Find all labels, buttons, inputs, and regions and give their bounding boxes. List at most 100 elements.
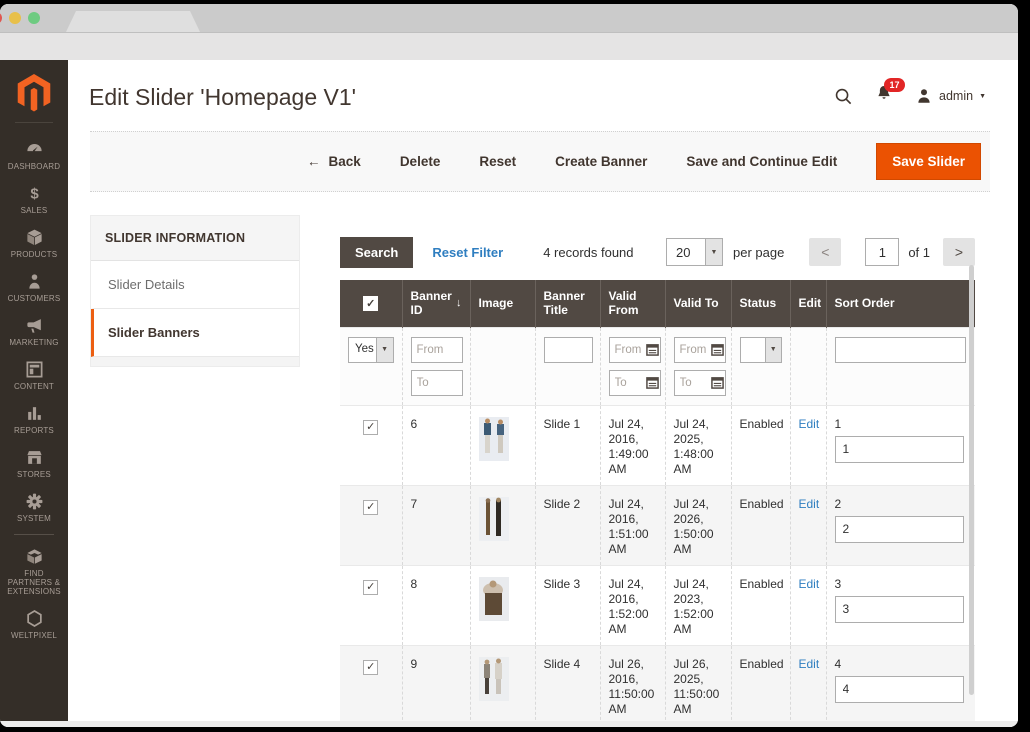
user-icon	[915, 87, 933, 105]
box-icon	[25, 228, 44, 247]
divider	[15, 122, 53, 123]
valid-from: Jul 26, 2016, 11:50:00 AM	[600, 645, 665, 725]
next-page-button[interactable]: >	[943, 238, 975, 266]
filter-id-from-input[interactable]	[411, 337, 463, 363]
sidebar-item-dashboard[interactable]: DASHBOARD	[0, 133, 68, 177]
sidebar-item-weltpixel[interactable]: WELTPIXEL	[0, 602, 68, 646]
search-button[interactable]: Search	[340, 237, 413, 268]
sidebar-item-products[interactable]: PRODUCTS	[0, 221, 68, 265]
row-checkbox[interactable]: ✓	[363, 500, 378, 515]
table-row: ✓ 9 Slide 4 Jul 26, 2016, 11:50:00 AM Ju…	[340, 645, 975, 725]
sidebar-item-stores[interactable]: STORES	[0, 441, 68, 485]
filter-sort-order-input[interactable]	[835, 337, 966, 363]
edit-link[interactable]: Edit	[799, 417, 820, 431]
status-value: Enabled	[731, 405, 790, 485]
chevron-down-icon: ▼	[765, 338, 781, 362]
sort-order-input[interactable]	[835, 676, 964, 703]
back-button[interactable]: ←Back	[307, 154, 361, 169]
sort-order-input[interactable]	[835, 516, 964, 543]
page-number-input[interactable]	[865, 238, 899, 266]
magento-logo[interactable]	[0, 60, 68, 133]
reset-button[interactable]: Reset	[479, 154, 516, 169]
tab-slider-banners[interactable]: Slider Banners	[91, 309, 299, 357]
browser-window: DASHBOARD $ SALES PRODUCTS CUSTOMERS MAR…	[0, 4, 1018, 727]
calendar-icon[interactable]	[711, 343, 724, 356]
column-header-banner-id[interactable]: Banner ID↓	[411, 289, 462, 317]
hexagon-icon	[25, 609, 44, 628]
filter-id-to-input[interactable]	[411, 370, 463, 396]
sidebar-item-label: FIND PARTNERS & EXTENSIONS	[2, 569, 66, 596]
banner-title: Slide 2	[535, 485, 600, 565]
row-checkbox[interactable]: ✓	[363, 660, 378, 675]
sidebar-item-find-partners[interactable]: FIND PARTNERS & EXTENSIONS	[0, 540, 68, 602]
column-header-valid-to[interactable]: Valid To	[665, 280, 731, 327]
banner-id: 8	[402, 565, 470, 645]
banner-thumbnail	[479, 577, 509, 621]
extensions-icon	[25, 547, 44, 566]
row-checkbox[interactable]: ✓	[363, 420, 378, 435]
previous-page-button[interactable]: <	[809, 238, 841, 266]
sort-order-value: 2	[835, 497, 968, 512]
sidebar-item-sales[interactable]: $ SALES	[0, 177, 68, 221]
column-header-status[interactable]: Status	[731, 280, 790, 327]
admin-menu[interactable]: admin ▼	[915, 87, 986, 105]
calendar-icon[interactable]	[646, 343, 659, 356]
valid-from: Jul 24, 2016, 1:51:00 AM	[600, 485, 665, 565]
banner-title: Slide 4	[535, 645, 600, 725]
notifications-button[interactable]: 17	[875, 84, 893, 108]
sidebar-item-customers[interactable]: CUSTOMERS	[0, 265, 68, 309]
reset-filter-link[interactable]: Reset Filter	[432, 245, 503, 260]
calendar-icon[interactable]	[646, 376, 659, 389]
banner-title: Slide 1	[535, 405, 600, 485]
page-actions: ←Back Delete Reset Create Banner Save an…	[90, 131, 990, 192]
sidebar-item-content[interactable]: CONTENT	[0, 353, 68, 397]
sort-order-input[interactable]	[835, 436, 964, 463]
chevron-down-icon: ▼	[979, 93, 986, 100]
sidebar-item-system[interactable]: SYSTEM	[0, 485, 68, 529]
filter-selected-select[interactable]: Yes▼	[348, 337, 394, 363]
sidebar-item-label: SALES	[21, 206, 48, 215]
slider-information-panel: SLIDER INFORMATION Slider Details Slider…	[90, 215, 300, 367]
select-all-checkbox[interactable]: ✓	[363, 296, 378, 311]
sort-order-input[interactable]	[835, 596, 964, 623]
column-header-valid-from[interactable]: Valid From	[600, 280, 665, 327]
close-window-button[interactable]	[0, 12, 2, 24]
svg-text:$: $	[30, 185, 39, 202]
status-value: Enabled	[731, 645, 790, 725]
valid-to: Jul 24, 2026, 1:50:00 AM	[665, 485, 731, 565]
status-value: Enabled	[731, 485, 790, 565]
zoom-window-button[interactable]	[28, 12, 40, 24]
edit-link[interactable]: Edit	[799, 497, 820, 511]
column-header-sort-order[interactable]: Sort Order	[826, 280, 975, 327]
delete-button[interactable]: Delete	[400, 154, 441, 169]
edit-link[interactable]: Edit	[799, 577, 820, 591]
sidebar-item-marketing[interactable]: MARKETING	[0, 309, 68, 353]
filter-status-select[interactable]: ▼	[740, 337, 782, 363]
save-and-continue-button[interactable]: Save and Continue Edit	[686, 154, 837, 169]
search-icon[interactable]	[834, 87, 853, 106]
banner-thumbnail	[479, 497, 509, 541]
tab-slider-details[interactable]: Slider Details	[91, 261, 299, 309]
column-header-banner-title[interactable]: Banner Title	[535, 280, 600, 327]
calendar-icon[interactable]	[711, 376, 724, 389]
browser-tab[interactable]	[66, 11, 200, 32]
banner-id: 7	[402, 485, 470, 565]
minimize-window-button[interactable]	[9, 12, 21, 24]
valid-to: Jul 26, 2025, 11:50:00 AM	[665, 645, 731, 725]
save-slider-button[interactable]: Save Slider	[876, 143, 981, 180]
edit-link[interactable]: Edit	[799, 657, 820, 671]
create-banner-button[interactable]: Create Banner	[555, 154, 647, 169]
row-checkbox[interactable]: ✓	[363, 580, 378, 595]
per-page-label: per page	[733, 245, 784, 260]
column-header-image[interactable]: Image	[470, 280, 535, 327]
sidebar-item-label: CONTENT	[14, 382, 54, 391]
page-total-text: of 1	[908, 245, 930, 260]
page-header: Edit Slider 'Homepage V1' 17 admin ▼	[68, 60, 1018, 131]
sidebar-item-label: REPORTS	[14, 426, 54, 435]
filter-title-input[interactable]	[544, 337, 593, 363]
sidebar-item-reports[interactable]: REPORTS	[0, 397, 68, 441]
banner-title: Slide 3	[535, 565, 600, 645]
vertical-scrollbar[interactable]	[969, 265, 974, 695]
per-page-select[interactable]: 20 ▼	[666, 238, 723, 266]
chevron-down-icon: ▼	[376, 338, 393, 362]
